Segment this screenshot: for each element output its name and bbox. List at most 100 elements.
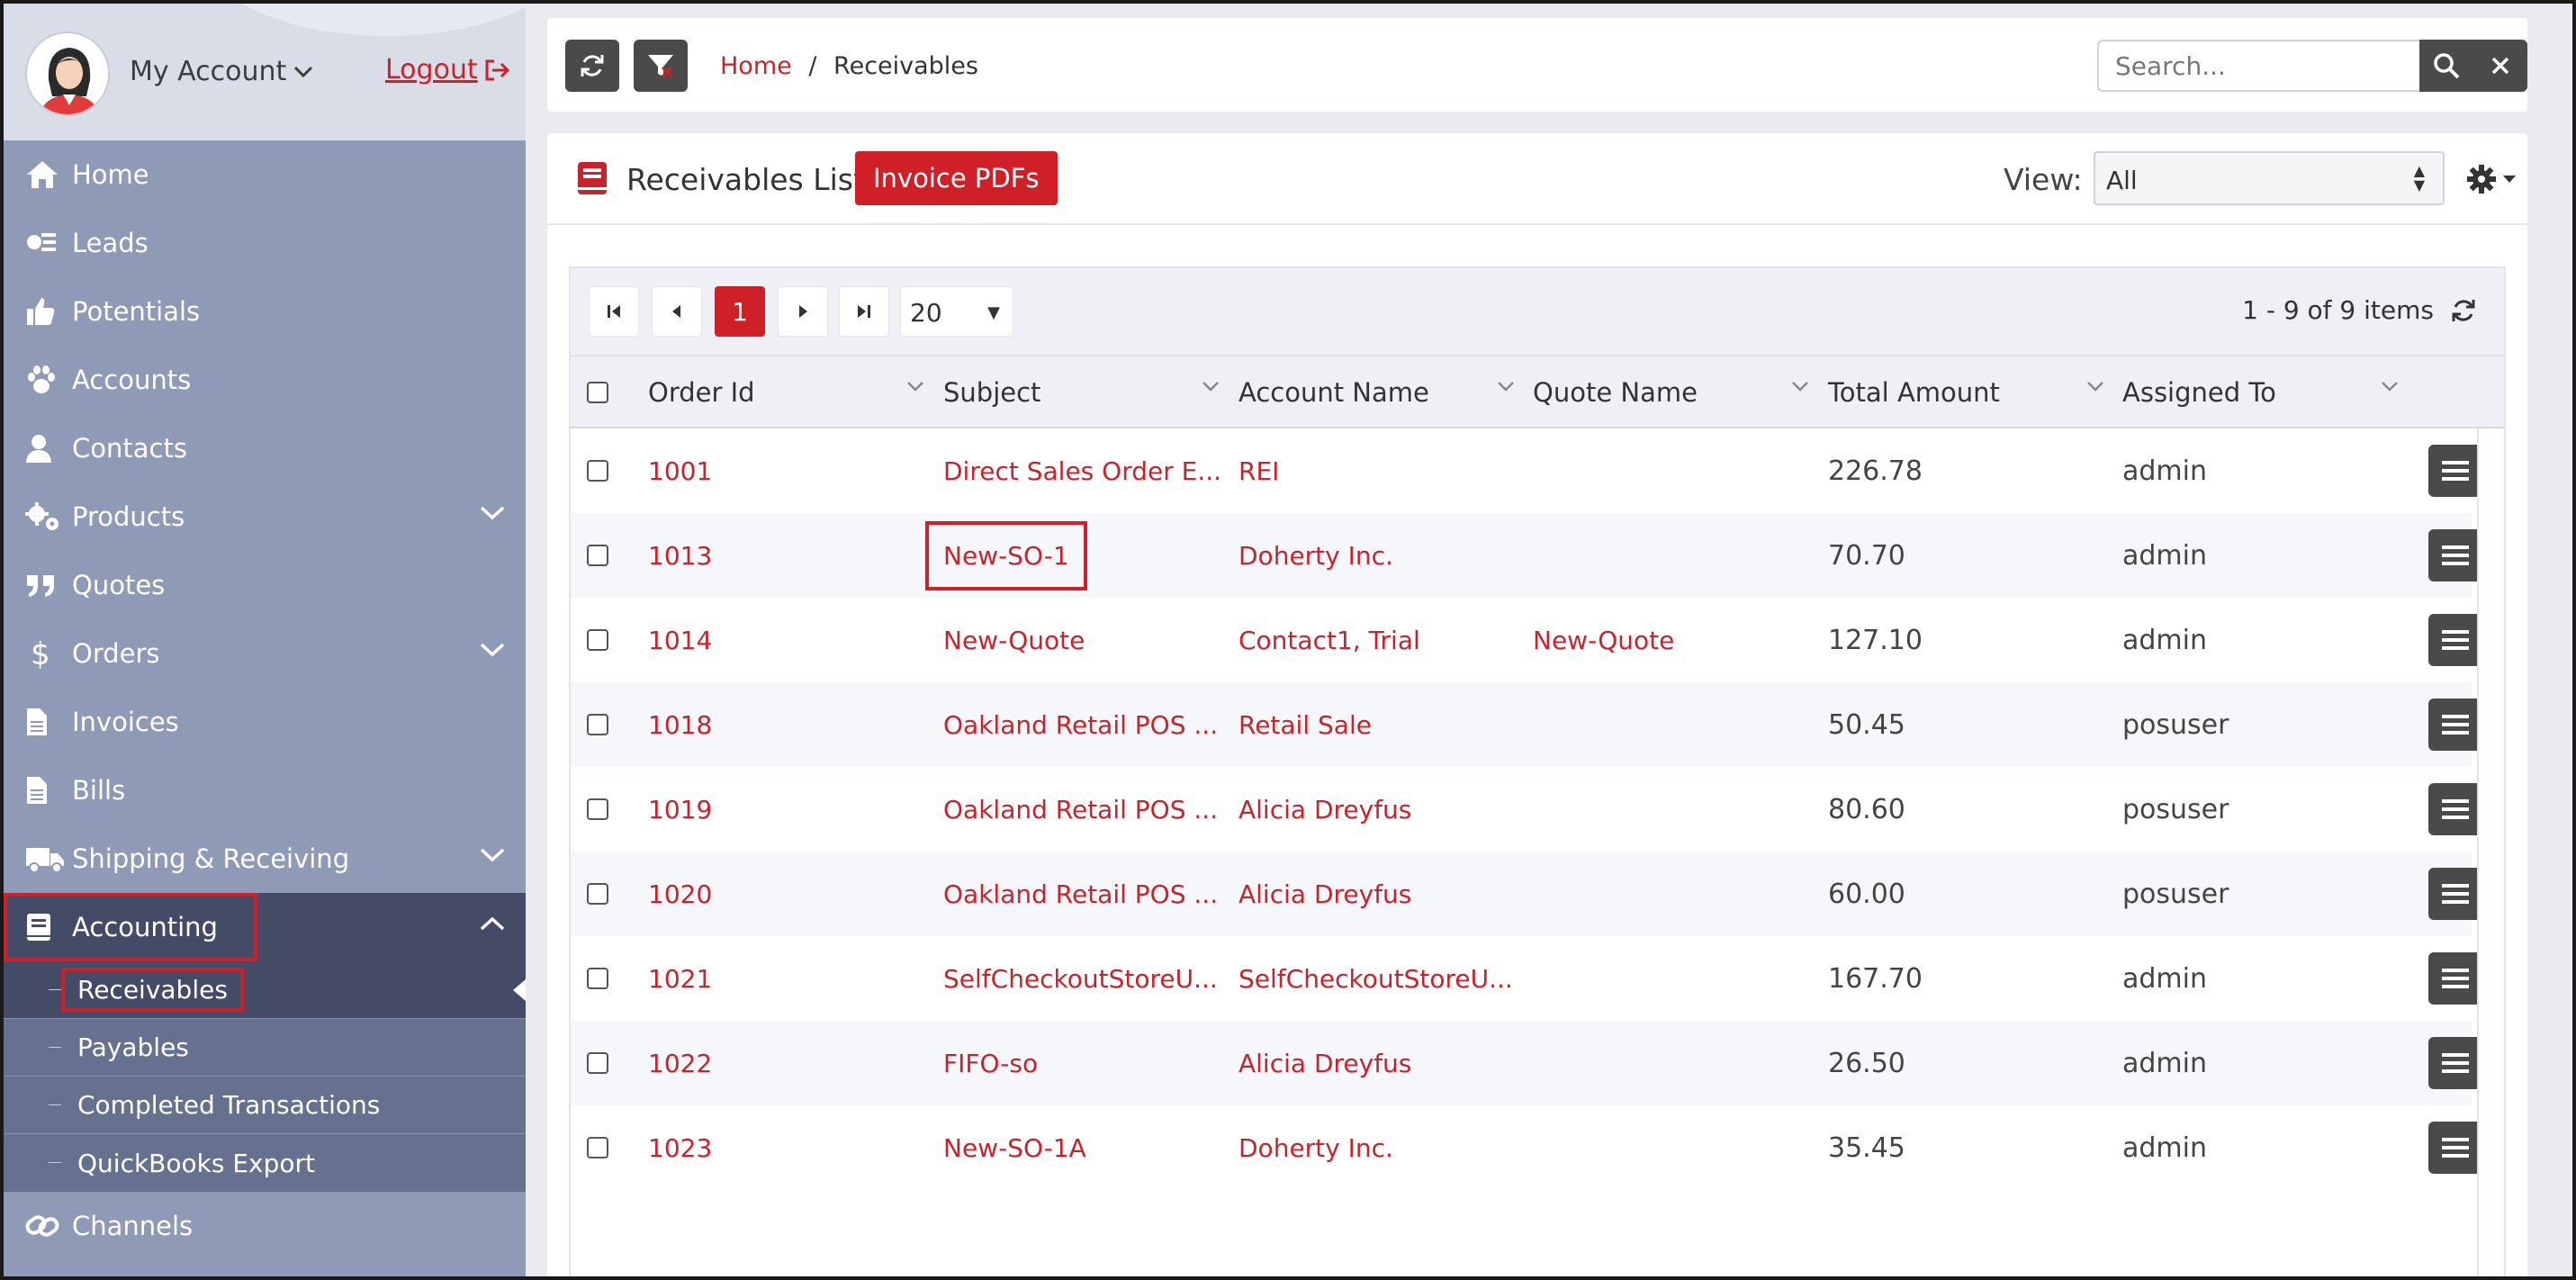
table-row[interactable]: 1001 Direct Sales Order E... REI 226.78 … [571, 428, 2482, 513]
column-header-order-id[interactable]: Order Id [648, 356, 934, 428]
assigned-to: posuser [2122, 878, 2229, 910]
subject-link[interactable]: SelfCheckoutStoreU... [943, 936, 1218, 1021]
table-row[interactable]: 1022 FIFO-so Alicia Dreyfus 26.50 admin [571, 1021, 2482, 1105]
order-id-link[interactable]: 1020 [648, 852, 712, 936]
account-name-link[interactable]: Doherty Inc. [1238, 1105, 1393, 1190]
table-row[interactable]: 1014 New-Quote Contact1, Trial New-Quote… [571, 598, 2482, 682]
search-button[interactable] [2419, 40, 2473, 92]
row-menu-button[interactable] [2428, 783, 2482, 835]
row-menu-button[interactable] [2428, 952, 2482, 1005]
account-name-link[interactable]: REI [1238, 428, 1279, 513]
select-all-checkbox[interactable] [587, 356, 608, 428]
table-row[interactable]: 1023 New-SO-1A Doherty Inc. 35.45 admin [571, 1105, 2482, 1190]
account-name-link[interactable]: Retail Sale [1238, 682, 1372, 767]
first-page-button[interactable] [589, 286, 639, 337]
subject-link-highlighted[interactable]: New-SO-1 [925, 513, 1087, 598]
row-checkbox[interactable] [587, 1105, 608, 1190]
breadcrumb-home[interactable]: Home [720, 52, 792, 80]
submenu-item-quickbooks-export[interactable]: QuickBooks Export [0, 1134, 526, 1192]
submenu-item-payables[interactable]: Payables [0, 1019, 526, 1077]
refresh-icon[interactable] [2450, 297, 2477, 324]
account-name-link[interactable]: Alicia Dreyfus [1238, 1021, 1411, 1105]
column-header-total-amount[interactable]: Total Amount [1828, 356, 2114, 428]
account-name-link[interactable]: Doherty Inc. [1238, 513, 1393, 598]
view-select[interactable]: All ▲ ▼ [2094, 151, 2445, 205]
order-id-link[interactable]: 1023 [648, 1105, 712, 1190]
sidebar-item-orders[interactable]: $ Orders [0, 619, 526, 688]
last-page-button[interactable] [839, 286, 889, 337]
order-id-link[interactable]: 1022 [648, 1021, 712, 1105]
row-menu-button[interactable] [2428, 699, 2482, 751]
subject-link[interactable]: Direct Sales Order E... [943, 428, 1221, 513]
search-input[interactable] [2097, 40, 2419, 92]
prev-page-button[interactable] [652, 286, 702, 337]
sidebar-item-home[interactable]: Home [0, 140, 526, 209]
row-checkbox[interactable] [587, 682, 608, 767]
sidebar-item-products[interactable]: Products [0, 482, 526, 551]
account-name-link[interactable]: Alicia Dreyfus [1238, 767, 1411, 852]
table-scrollbar[interactable] [2477, 428, 2504, 1280]
sidebar-item-leads[interactable]: Leads [0, 209, 526, 277]
subject-link[interactable]: FIFO-so [943, 1021, 1038, 1105]
subject-link[interactable]: Oakland Retail POS ... [943, 682, 1218, 767]
page-size-select[interactable]: 20 ▼ [900, 286, 1013, 337]
row-checkbox[interactable] [587, 852, 608, 936]
account-name-link[interactable]: Alicia Dreyfus [1238, 852, 1411, 936]
table-row[interactable]: 1021 SelfCheckoutStoreU... SelfCheckoutS… [571, 936, 2482, 1021]
row-menu-button[interactable] [2428, 868, 2482, 920]
quote-name-link[interactable]: New-Quote [1533, 598, 1674, 682]
row-menu-button[interactable] [2428, 614, 2482, 666]
next-page-button[interactable] [778, 286, 828, 337]
row-checkbox[interactable] [587, 1021, 608, 1105]
logout-link[interactable]: Logout [385, 54, 510, 86]
row-checkbox[interactable] [587, 428, 608, 513]
row-checkbox[interactable] [587, 767, 608, 852]
sidebar-item-invoices[interactable]: Invoices [0, 688, 526, 756]
order-id-link[interactable]: 1014 [648, 598, 712, 682]
order-id-link[interactable]: 1019 [648, 767, 712, 852]
order-id-link[interactable]: 1021 [648, 936, 712, 1021]
sidebar-item-quotes[interactable]: Quotes [0, 551, 526, 619]
settings-menu[interactable] [2466, 164, 2517, 194]
sidebar-item-shipping-receiving[interactable]: Shipping & Receiving [0, 825, 526, 893]
sidebar-item-accounting[interactable]: Accounting [0, 893, 526, 961]
clear-filter-button[interactable] [634, 40, 688, 92]
sidebar-item-contacts[interactable]: Contacts [0, 414, 526, 482]
avatar[interactable] [25, 32, 110, 116]
sidebar-item-potentials[interactable]: Potentials [0, 277, 526, 346]
subject-link[interactable]: Oakland Retail POS ... [943, 767, 1218, 852]
sidebar-item-accounts[interactable]: Accounts [0, 346, 526, 414]
order-id-link[interactable]: 1001 [648, 428, 712, 513]
subject-link[interactable]: New-Quote [943, 598, 1085, 682]
subject-link[interactable]: Oakland Retail POS ... [943, 852, 1218, 936]
account-name-link[interactable]: Contact1, Trial [1238, 598, 1420, 682]
row-menu-button[interactable] [2428, 445, 2482, 497]
invoice-pdfs-button[interactable]: Invoice PDFs [855, 151, 1058, 205]
order-id-link[interactable]: 1013 [648, 513, 712, 598]
sidebar-item-channels[interactable]: Channels [0, 1192, 526, 1260]
row-menu-button[interactable] [2428, 1037, 2482, 1089]
table-row[interactable]: 1020 Oakland Retail POS ... Alicia Dreyf… [571, 852, 2482, 936]
my-account-menu[interactable]: My Account [130, 56, 313, 87]
column-header-quote-name[interactable]: Quote Name [1533, 356, 1819, 428]
page-number-button[interactable]: 1 [715, 286, 765, 337]
column-header-account-name[interactable]: Account Name [1238, 356, 1525, 428]
row-menu-button[interactable] [2428, 529, 2482, 581]
submenu-item-receivables[interactable]: Receivables [0, 961, 526, 1019]
account-name-link[interactable]: SelfCheckoutStoreU... [1238, 936, 1513, 1021]
row-menu-button[interactable] [2428, 1122, 2482, 1174]
subject-link[interactable]: New-SO-1A [943, 1105, 1086, 1190]
row-checkbox[interactable] [587, 598, 608, 682]
row-checkbox[interactable] [587, 513, 608, 598]
row-checkbox[interactable] [587, 936, 608, 1021]
clear-search-button[interactable] [2473, 40, 2527, 92]
sidebar-item-bills[interactable]: Bills [0, 756, 526, 825]
column-header-assigned-to[interactable]: Assigned To [2122, 356, 2409, 428]
refresh-button[interactable] [565, 40, 619, 92]
table-row[interactable]: 1013 New-SO-1 Doherty Inc. 70.70 admin [571, 513, 2482, 598]
table-row[interactable]: 1018 Oakland Retail POS ... Retail Sale … [571, 682, 2482, 767]
submenu-item-completed-transactions[interactable]: Completed Transactions [0, 1077, 526, 1134]
column-header-subject[interactable]: Subject [943, 356, 1229, 428]
table-row[interactable]: 1019 Oakland Retail POS ... Alicia Dreyf… [571, 767, 2482, 852]
order-id-link[interactable]: 1018 [648, 682, 712, 767]
